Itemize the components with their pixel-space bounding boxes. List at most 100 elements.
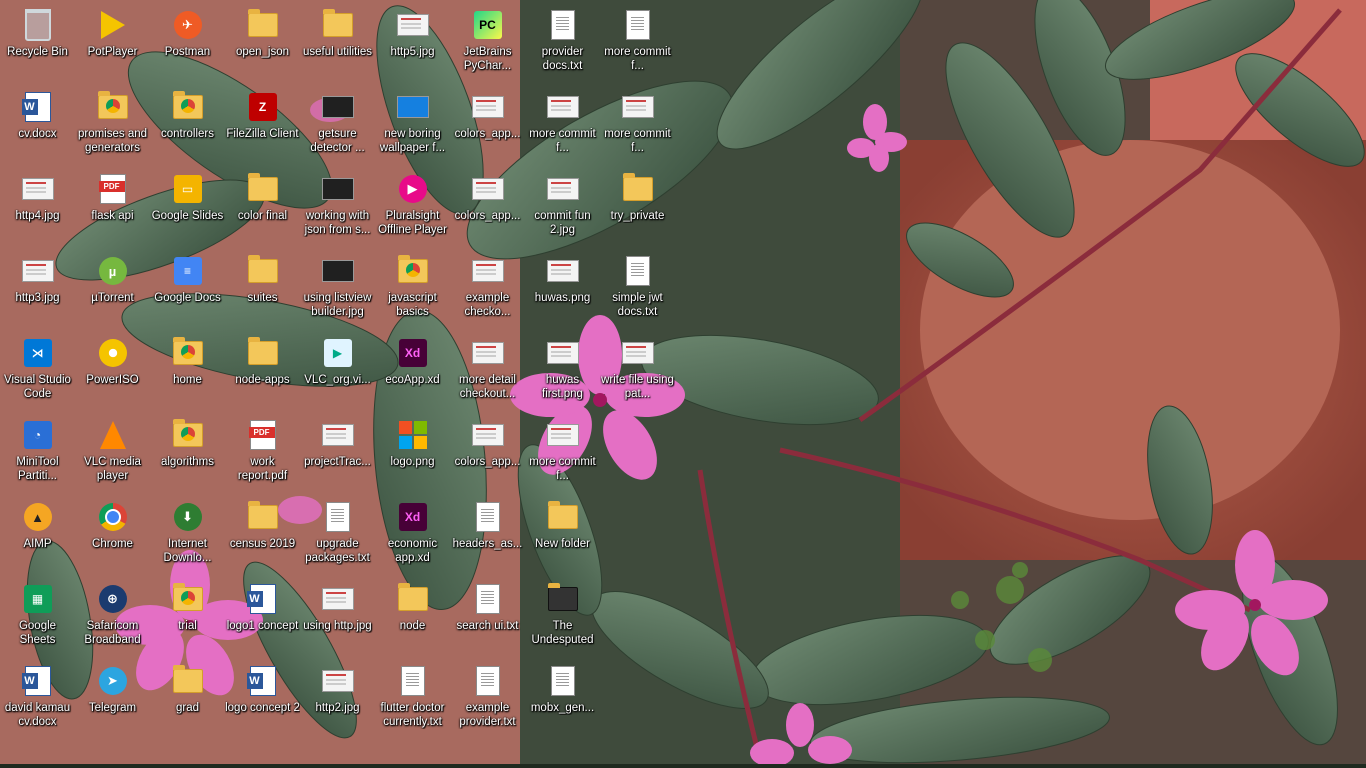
desktop-icon[interactable]: suites: [225, 249, 300, 329]
desktop-icon[interactable]: colors_app...: [450, 167, 525, 247]
desktop-icon[interactable]: census 2019: [225, 495, 300, 575]
desktop-icon[interactable]: projectTrac...: [300, 413, 375, 493]
desktop-icon[interactable]: using http.jpg: [300, 577, 375, 657]
desktop-icon[interactable]: PDF work report.pdf: [225, 413, 300, 493]
desktop-icon[interactable]: ▭ Google Slides: [150, 167, 225, 247]
image-file-icon: [396, 9, 429, 41]
desktop-icon[interactable]: PDF flask api: [75, 167, 150, 247]
desktop-icon[interactable]: headers_as...: [450, 495, 525, 575]
desktop-icon[interactable]: http4.jpg: [0, 167, 75, 247]
desktop-icon-label: PotPlayer: [87, 46, 138, 58]
desktop-icon[interactable]: PotPlayer: [75, 3, 150, 83]
desktop-icon[interactable]: New folder: [525, 495, 600, 575]
desktop-icon[interactable]: grad: [150, 659, 225, 739]
minitool-partition-icon: ◔: [22, 419, 54, 451]
desktop-icon[interactable]: ✈ Postman: [150, 3, 225, 83]
desktop-icon-label: Pluralsight Offline Player: [378, 210, 447, 236]
desktop-icon[interactable]: colors_app...: [450, 413, 525, 493]
desktop-icon[interactable]: ⬇ Internet Downlo...: [150, 495, 225, 575]
desktop-icon[interactable]: colors_app...: [450, 85, 525, 165]
text-file-icon: [472, 665, 504, 697]
desktop-icon[interactable]: ▦ Google Sheets: [0, 577, 75, 657]
desktop-icon-label: upgrade packages.txt: [305, 538, 370, 564]
desktop-icon[interactable]: search ui.txt: [450, 577, 525, 657]
desktop-icon[interactable]: getsure detector ...: [300, 85, 375, 165]
desktop-icon-label: algorithms: [160, 456, 215, 468]
desktop-icon[interactable]: node-apps: [225, 331, 300, 411]
desktop-icon-label: projectTrac...: [304, 456, 371, 468]
desktop-icon[interactable]: controllers: [150, 85, 225, 165]
desktop-icon[interactable]: example checko...: [450, 249, 525, 329]
desktop-icon-label: http2.jpg: [315, 702, 360, 714]
desktop-icon[interactable]: more commit f...: [525, 413, 600, 493]
desktop-icon[interactable]: algorithms: [150, 413, 225, 493]
desktop-icon[interactable]: ⋊ Visual Studio Code: [0, 331, 75, 411]
desktop-icon[interactable]: µ µTorrent: [75, 249, 150, 329]
image-file-icon: [471, 91, 504, 123]
desktop-icon[interactable]: ▶ Pluralsight Offline Player: [375, 167, 450, 247]
desktop-icon[interactable]: ➤ Telegram: [75, 659, 150, 739]
desktop-icon[interactable]: more commit f...: [525, 85, 600, 165]
desktop-icon-label: PowerISO: [86, 374, 139, 386]
desktop-icon-label: open_json: [235, 46, 290, 58]
desktop-icon[interactable]: PC JetBrains PyChar...: [450, 3, 525, 83]
desktop-icon-label: colors_app...: [454, 128, 521, 140]
desktop-icon[interactable]: open_json: [225, 3, 300, 83]
desktop-icon[interactable]: promises and generators: [75, 85, 150, 165]
desktop-icon[interactable]: Xd economic app.xd: [375, 495, 450, 575]
desktop-icon[interactable]: Wcv.docx: [0, 85, 75, 165]
desktop-icon[interactable]: Wlogo1 concept: [225, 577, 300, 657]
desktop-icon[interactable]: more detail checkout...: [450, 331, 525, 411]
desktop-icon[interactable]: javascript basics: [375, 249, 450, 329]
desktop-icon[interactable]: more commit f...: [600, 3, 675, 83]
desktop-icon[interactable]: The Undesputed: [525, 577, 600, 657]
desktop-icon[interactable]: http5.jpg: [375, 3, 450, 83]
desktop-icon-label: logo.png: [390, 456, 435, 468]
desktop-icon[interactable]: http2.jpg: [300, 659, 375, 739]
desktop-icon-label: color final: [237, 210, 288, 222]
folder-icon: [397, 583, 429, 615]
desktop-icon[interactable]: http3.jpg: [0, 249, 75, 329]
desktop-icon[interactable]: ▲ AIMP: [0, 495, 75, 575]
desktop-icon[interactable]: ▶ VLC_org.vi...: [300, 331, 375, 411]
desktop-icon[interactable]: try_private: [600, 167, 675, 247]
image-file-icon: [471, 419, 504, 451]
image-file-icon: [546, 337, 579, 369]
desktop-icon[interactable]: Wlogo concept 2: [225, 659, 300, 739]
desktop-icon[interactable]: PowerISO: [75, 331, 150, 411]
desktop-icon-label: logo1 concept: [226, 620, 299, 632]
desktop-icon[interactable]: new boring wallpaper f...: [375, 85, 450, 165]
desktop-icon[interactable]: huwas.png: [525, 249, 600, 329]
desktop-icon[interactable]: ◔ MiniTool Partiti...: [0, 413, 75, 493]
desktop-icon[interactable]: trial: [150, 577, 225, 657]
desktop-icon[interactable]: useful utilities: [300, 3, 375, 83]
desktop-icon[interactable]: simple jwt docs.txt: [600, 249, 675, 329]
desktop-icon[interactable]: Xd ecoApp.xd: [375, 331, 450, 411]
desktop-icon-label: using http.jpg: [303, 620, 372, 632]
desktop-icon[interactable]: logo.png: [375, 413, 450, 493]
desktop-icon[interactable]: color final: [225, 167, 300, 247]
text-file-icon: [547, 9, 579, 41]
desktop-icon[interactable]: huwas first.png: [525, 331, 600, 411]
desktop-icon[interactable]: flutter doctor currently.txt: [375, 659, 450, 739]
desktop-icon[interactable]: mobx_gen...: [525, 659, 600, 739]
desktop-icon[interactable]: home: [150, 331, 225, 411]
desktop-icon[interactable]: working with json from s...: [300, 167, 375, 247]
desktop-icon[interactable]: upgrade packages.txt: [300, 495, 375, 575]
text-file-icon: [622, 255, 654, 287]
desktop-icon[interactable]: more commit f...: [600, 85, 675, 165]
desktop-icon[interactable]: write file using pat...: [600, 331, 675, 411]
desktop-icon[interactable]: ⊕ Safaricom Broadband: [75, 577, 150, 657]
desktop-icon[interactable]: Z FileZilla Client: [225, 85, 300, 165]
pdf-file-icon: PDF: [247, 419, 279, 451]
desktop-icon[interactable]: Recycle Bin: [0, 3, 75, 83]
desktop-icon[interactable]: commit fun 2.jpg: [525, 167, 600, 247]
desktop-icon[interactable]: VLC media player: [75, 413, 150, 493]
desktop-icon[interactable]: using listview builder.jpg: [300, 249, 375, 329]
desktop-icon[interactable]: example provider.txt: [450, 659, 525, 739]
desktop-icon[interactable]: Wdavid kamau cv.docx: [0, 659, 75, 739]
desktop-icon[interactable]: Chrome: [75, 495, 150, 575]
desktop-icon[interactable]: node: [375, 577, 450, 657]
desktop-icon[interactable]: provider docs.txt: [525, 3, 600, 83]
desktop-icon[interactable]: ≡ Google Docs: [150, 249, 225, 329]
